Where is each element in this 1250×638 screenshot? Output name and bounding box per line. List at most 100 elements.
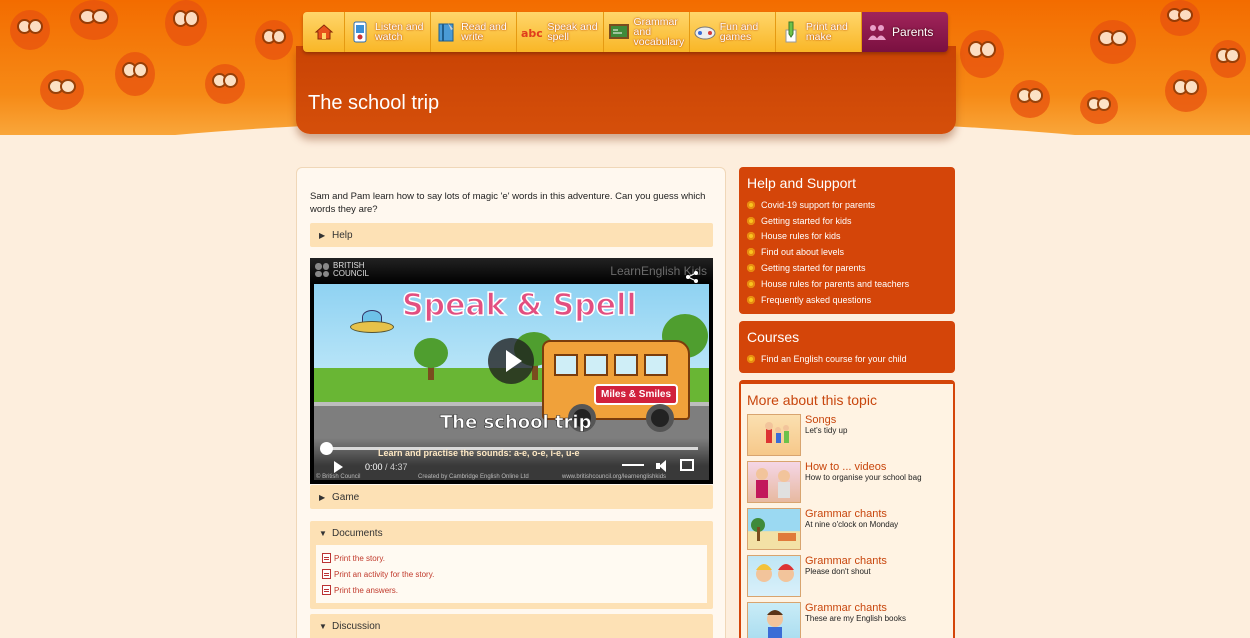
video-top-bar: BRITISH COUNCIL LearnEnglish Kids [310, 258, 713, 284]
bullet-icon [747, 264, 755, 273]
triangle-right-icon: ▶ [319, 492, 326, 502]
triangle-down-icon: ▼ [319, 528, 327, 538]
topic-title: More about this topic [747, 392, 877, 408]
monster-decoration [1010, 80, 1050, 118]
nav-parents[interactable]: Parents [862, 12, 948, 52]
topic-text: Grammar chants At nine o'clock on Monday [805, 508, 898, 550]
topic-thumbnail [747, 602, 801, 638]
logo-dots-icon [315, 263, 329, 277]
volume-slider[interactable] [622, 464, 644, 466]
discussion-accordion-toggle[interactable]: ▼ Discussion [310, 614, 713, 638]
monster-decoration [1090, 20, 1136, 64]
monster-decoration [960, 30, 1004, 78]
nav-label: Speak and spell [547, 21, 598, 43]
more-about-topic-box: More about this topic Songs Let's tidy u… [739, 380, 955, 638]
topic-item[interactable]: How to ... videos How to organise your s… [747, 461, 947, 503]
share-icon[interactable] [685, 270, 699, 287]
pdf-icon [322, 553, 331, 563]
help-link-label: House rules for kids [761, 231, 841, 242]
bullet-icon [747, 216, 755, 225]
document-link-label: Print an activity for the story. [334, 569, 435, 579]
help-link[interactable]: Frequently asked questions [747, 292, 955, 308]
documents-accordion-toggle[interactable]: ▼ Documents [310, 521, 713, 545]
progress-scrubber[interactable] [320, 442, 333, 455]
current-time: 0:00 [365, 462, 383, 472]
volume-icon[interactable] [656, 460, 668, 472]
help-link[interactable]: Find out about levels [747, 244, 955, 260]
video-title: Speak & Spell [401, 287, 637, 324]
bullet-icon [747, 295, 755, 304]
video-episode-title: The school trip [440, 412, 592, 434]
bullet-icon [747, 200, 755, 209]
play-button[interactable] [488, 338, 534, 384]
course-link[interactable]: Find an English course for your child [747, 351, 955, 367]
blackboard-icon [608, 19, 630, 45]
topic-item[interactable]: Grammar chants These are my English book… [747, 602, 947, 638]
topic-item-title: Grammar chants [805, 555, 887, 567]
help-link[interactable]: Getting started for kids [747, 213, 955, 229]
help-link[interactable]: House rules for parents and teachers [747, 276, 955, 292]
pencil-icon [780, 19, 802, 45]
bus-wheel [646, 404, 674, 432]
nav-speak-and-spell[interactable]: abc Speak and spell [517, 12, 604, 52]
topic-thumbnail [747, 461, 801, 503]
nav-label: Listen and watch [375, 21, 424, 43]
video-footer-url: www.britishcouncil.org/learnenglishkids [562, 474, 667, 480]
topic-item[interactable]: Songs Let's tidy up [747, 414, 947, 456]
monster-decoration [205, 64, 245, 104]
bullet-icon [747, 279, 755, 288]
help-link-label: Covid-19 support for parents [761, 199, 876, 210]
media-player-icon [349, 19, 371, 45]
help-link-label: Frequently asked questions [761, 294, 872, 305]
video-footer-copyright: © British Council [316, 474, 361, 480]
monster-decoration [1160, 0, 1200, 36]
game-accordion-toggle[interactable]: ▶ Game [310, 485, 713, 509]
accordion-label: Documents [332, 527, 383, 539]
topic-item[interactable]: Grammar chants At nine o'clock on Monday [747, 508, 947, 550]
main-nav: Listen and watch Read and write abc Spea… [303, 12, 948, 52]
help-link[interactable]: Covid-19 support for parents [747, 197, 955, 213]
duration: / 4:37 [385, 462, 408, 472]
topic-item-title: How to ... videos [805, 461, 887, 473]
help-accordion-toggle[interactable]: ▶ Help [310, 223, 713, 247]
help-link[interactable]: House rules for kids [747, 229, 955, 245]
nav-read-and-write[interactable]: Read and write [431, 12, 518, 52]
topic-text: Grammar chants These are my English book… [805, 602, 906, 638]
document-link-label: Print the answers. [334, 585, 399, 595]
pdf-icon [322, 569, 331, 579]
topic-item[interactable]: Grammar chants Please don't shout [747, 555, 947, 597]
play-control-icon[interactable] [334, 461, 343, 473]
nav-label: Grammar and vocabulary [633, 16, 685, 48]
monster-decoration [255, 20, 293, 60]
parents-icon [866, 19, 888, 45]
courses-title: Courses [747, 329, 800, 345]
triangle-right-icon: ▶ [319, 230, 326, 240]
help-support-box: Help and Support Covid-19 support for pa… [739, 167, 955, 314]
video-time: 0:00 / 4:37 [365, 462, 408, 472]
course-link-label: Find an English course for your child [761, 353, 907, 364]
document-link[interactable]: Print the story. [322, 550, 701, 566]
bus-window [584, 354, 608, 376]
monster-decoration [40, 70, 84, 110]
british-council-logo: BRITISH COUNCIL [315, 262, 373, 278]
help-link[interactable]: Getting started for parents [747, 260, 955, 276]
nav-listen-and-watch[interactable]: Listen and watch [345, 12, 432, 52]
abc-icon: abc [521, 19, 543, 45]
nav-home[interactable] [303, 12, 345, 52]
tree [414, 338, 448, 368]
topic-thumbnail [747, 414, 801, 456]
topic-item-subtitle: These are my English books [805, 614, 906, 623]
video-footer-credit: Created by Cambridge English Online Ltd [418, 474, 529, 480]
document-link[interactable]: Print the answers. [322, 582, 701, 598]
fullscreen-icon[interactable] [680, 459, 694, 471]
nav-label: Read and write [461, 21, 507, 43]
documents-accordion: ▼ Documents Print the story. Print an ac… [310, 521, 713, 609]
video-subtitle: Learn and practise the sounds: a-e, o-e,… [378, 448, 580, 458]
document-link[interactable]: Print an activity for the story. [322, 566, 701, 582]
help-support-title: Help and Support [747, 175, 856, 191]
nav-print-and-make[interactable]: Print and make [775, 12, 863, 52]
video-player[interactable]: Miles & Smiles BRITISH COUNCIL LearnEngl… [310, 258, 713, 484]
nav-grammar-and-vocabulary[interactable]: Grammar and vocabulary [603, 12, 690, 52]
nav-fun-and-games[interactable]: Fun and games [689, 12, 776, 52]
brand-name: BRITISH COUNCIL [333, 261, 370, 278]
